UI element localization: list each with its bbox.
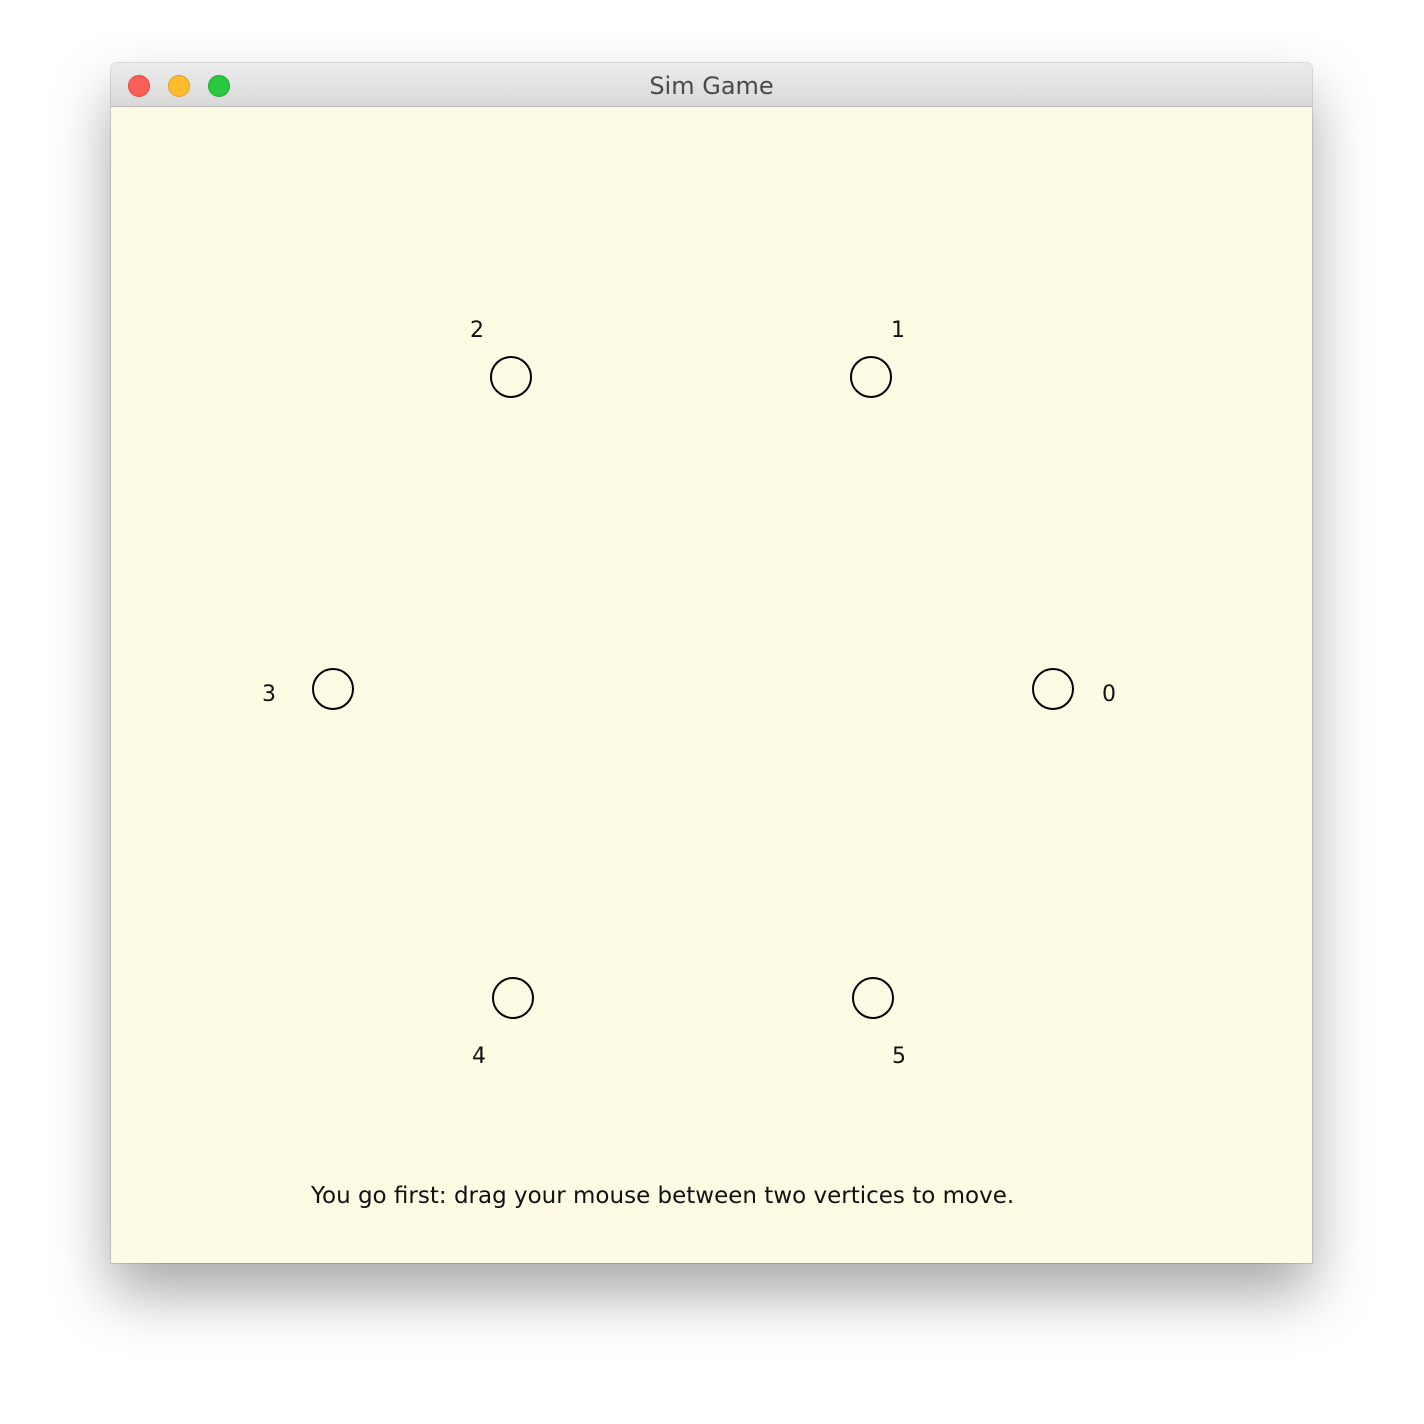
- vertex-0[interactable]: 0: [1032, 668, 1116, 710]
- game-canvas[interactable]: 0 1 2 3 4 5 You go first: drag your mous…: [111, 107, 1312, 1263]
- vertex-5[interactable]: 5: [852, 977, 906, 1069]
- status-message: You go first: drag your mouse between tw…: [311, 1183, 1015, 1209]
- vertex-2[interactable]: 2: [470, 318, 532, 398]
- window-title: Sim Game: [649, 72, 774, 100]
- vertex-4[interactable]: 4: [472, 977, 534, 1069]
- game-window: Sim Game 0 1 2 3 4 5 You go first: drag …: [111, 63, 1312, 1263]
- vertex-label: 4: [472, 1044, 486, 1069]
- vertex-circle[interactable]: [852, 977, 894, 1019]
- vertex-circle[interactable]: [492, 977, 534, 1019]
- vertex-label: 5: [892, 1044, 906, 1069]
- vertex-circle[interactable]: [850, 356, 892, 398]
- vertex-label: 3: [262, 682, 276, 707]
- title-bar[interactable]: Sim Game: [111, 63, 1312, 107]
- vertex-label: 0: [1102, 682, 1116, 707]
- vertex-3[interactable]: 3: [262, 668, 354, 710]
- vertex-label: 1: [891, 318, 905, 343]
- vertex-circle[interactable]: [1032, 668, 1074, 710]
- vertex-1[interactable]: 1: [850, 318, 905, 398]
- game-board[interactable]: 0 1 2 3 4 5: [111, 107, 1312, 1263]
- vertex-circle[interactable]: [490, 356, 532, 398]
- vertex-label: 2: [470, 318, 484, 343]
- vertex-circle[interactable]: [312, 668, 354, 710]
